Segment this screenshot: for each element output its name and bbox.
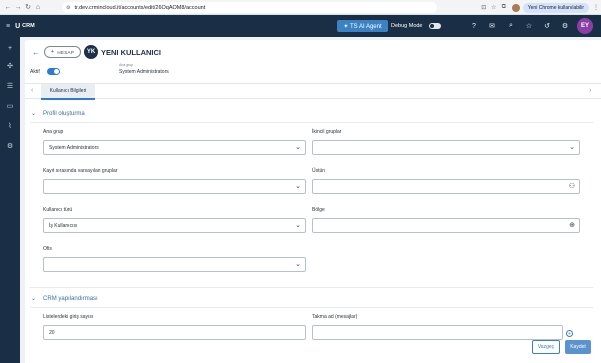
app-header: ≡ U CRM ✦ TS AI Agent Debug Mode ? ✉ ⌕ ☆…: [0, 15, 601, 37]
back-arrow-icon[interactable]: ←: [32, 48, 40, 57]
kullanici-turu-select[interactable]: İş Kullanıcısı ⌄: [43, 218, 306, 233]
add-circle-icon[interactable]: +: [566, 330, 573, 337]
install-app-icon[interactable]: ⊡: [479, 0, 489, 15]
chevron-down-icon: ⌄: [31, 296, 37, 302]
content-panel: ← + HESAP YK YENI KULLANICI Aktif Ana gr…: [25, 40, 601, 363]
tab-bar: ‹ Kullanıcı Bilgileri ›: [25, 83, 601, 100]
chevron-down-icon: ⌄: [31, 111, 37, 117]
ana-grup-select[interactable]: System Administrators ⌄: [43, 140, 306, 155]
network-icon[interactable]: ✣: [4, 60, 16, 72]
listeler-label: Listelerdeki giriş sayısı: [43, 314, 94, 320]
ana-grup-value: System Administrators: [49, 144, 99, 151]
home-icon[interactable]: ⌂: [33, 0, 43, 15]
takma-ad-label: Takma ad (mesajlar): [312, 314, 358, 320]
ikincil-gruplar-label: İkincil gruplar: [312, 129, 342, 135]
listeler-input[interactable]: 20: [43, 325, 306, 340]
debug-mode-toggle[interactable]: [428, 23, 441, 29]
address-bar[interactable]: ⚙ tr.dev.crmincloud.it/accounts/edit/26O…: [62, 2, 437, 13]
debug-mode-label: Debug Mode: [391, 23, 423, 29]
save-button[interactable]: Kaydet: [565, 340, 591, 354]
section-crm-title: CRM yapılandırması: [43, 295, 98, 302]
section-profile-header[interactable]: ⌄ Profil oluşturma: [31, 110, 85, 118]
reload-icon[interactable]: ↻: [23, 0, 33, 15]
browser-toolbar: ← → ↻ ⌂ ⚙ tr.dev.crmincloud.it/accounts/…: [0, 0, 601, 15]
debug-mode: Debug Mode: [391, 21, 441, 31]
user-avatar[interactable]: EY: [577, 18, 593, 34]
chevron-down-icon: ⌄: [295, 261, 301, 268]
kayit-gruplar-select[interactable]: ⌄: [43, 179, 306, 194]
active-label: Aktif: [30, 69, 40, 75]
entity-account-label: HESAP: [57, 49, 75, 55]
menu-icon[interactable]: ⋮: [591, 0, 601, 15]
active-toggle[interactable]: [47, 68, 60, 75]
mail-icon[interactable]: ✉: [486, 20, 498, 32]
chevron-down-icon: ⌄: [295, 183, 301, 190]
site-info-icon[interactable]: ⚙: [66, 5, 70, 11]
kullanici-turu-label: Kullanıcı türü: [43, 207, 73, 213]
bolge-input[interactable]: ⊕: [312, 218, 580, 233]
plus-icon: +: [50, 49, 55, 55]
section-profile-title: Profil oluşturma: [43, 110, 85, 117]
cancel-button[interactable]: Vazgeç: [532, 340, 560, 354]
brand-name: CRM: [22, 23, 35, 29]
summary-group-label: Ana grup: [119, 63, 134, 67]
entity-account-button[interactable]: + HESAP: [44, 46, 81, 58]
back-icon[interactable]: ←: [3, 0, 13, 15]
chevron-down-icon: ⌄: [295, 222, 301, 229]
bolge-label: Bölge: [312, 207, 325, 213]
ofis-select[interactable]: ⌄: [43, 257, 306, 272]
gear-icon[interactable]: ⚙: [4, 140, 16, 152]
section-divider: [30, 307, 593, 308]
user-icon[interactable]: ⚇: [569, 183, 575, 190]
chevron-down-icon: ⌄: [569, 144, 575, 151]
url-text: tr.dev.crmincloud.it/accounts/edit/26OqA…: [74, 4, 206, 11]
star-icon[interactable]: ☆: [523, 20, 535, 32]
kullanici-turu-value: İş Kullanıcısı: [49, 222, 78, 229]
chevron-down-icon: ⌄: [295, 144, 301, 151]
add-icon[interactable]: +: [4, 42, 16, 54]
ustun-input[interactable]: ⚇: [312, 179, 580, 194]
section-crm-header[interactable]: ⌄ CRM yapılandırması: [31, 295, 98, 303]
brand[interactable]: ≡ U CRM: [6, 23, 35, 30]
crosshair-icon[interactable]: ⊕: [569, 222, 575, 229]
ofis-label: Ofis: [43, 246, 52, 252]
sidebar: + ✣ ☰ ▭ ⌇ ⚙: [0, 37, 20, 363]
browser-profile-avatar[interactable]: [511, 3, 520, 12]
record-avatar: YK: [84, 45, 98, 59]
summary-group-value: System Administrators: [119, 69, 169, 75]
tab-scroll-right-icon[interactable]: ›: [589, 87, 591, 94]
extensions-icon[interactable]: ⧉: [499, 0, 509, 15]
listeler-value: 20: [49, 329, 55, 336]
list-icon[interactable]: ☰: [4, 80, 16, 92]
section-divider: [30, 122, 593, 123]
ana-grup-label: Ana grup: [43, 129, 64, 135]
ustun-label: Üstün: [312, 168, 326, 174]
kayit-gruplar-label: Kayıt sırasında varsayılan gruplar: [43, 168, 118, 174]
bookmark-icon[interactable]: ☆: [489, 0, 499, 15]
section-divider: [30, 287, 593, 288]
chart-icon[interactable]: ⌇: [4, 120, 16, 132]
search-icon[interactable]: ⌕: [505, 20, 517, 32]
help-icon[interactable]: ?: [468, 20, 480, 32]
history-icon[interactable]: ↺: [541, 20, 553, 32]
hamburger-icon[interactable]: ≡: [6, 23, 10, 30]
ikincil-gruplar-select[interactable]: ⌄: [312, 140, 580, 155]
monitor-icon[interactable]: ▭: [4, 100, 16, 112]
forward-icon[interactable]: →: [13, 0, 23, 15]
brand-logo-icon: U: [15, 22, 21, 30]
chrome-update-pill[interactable]: Yeni Chrome kullanılabilir: [522, 2, 589, 13]
page-title: YENI KULLANICI: [101, 48, 161, 57]
tab-scroll-left-icon[interactable]: ‹: [31, 87, 33, 94]
takma-ad-input[interactable]: [312, 325, 563, 340]
ai-agent-button[interactable]: ✦ TS AI Agent: [337, 20, 388, 32]
settings-icon[interactable]: ⚙: [559, 20, 571, 32]
tab-kullanici-bilgileri[interactable]: Kullanıcı Bilgileri: [41, 84, 95, 100]
